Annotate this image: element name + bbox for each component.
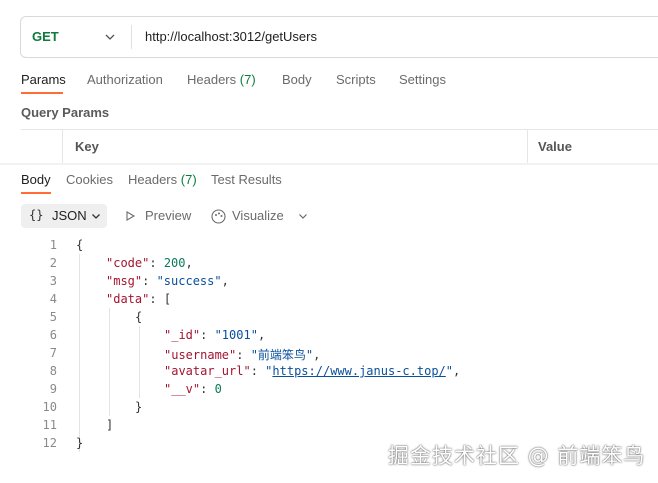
query-params-title: Query Params bbox=[21, 105, 110, 120]
json-key: "__v" bbox=[164, 382, 201, 396]
json-key: "avatar_url" bbox=[164, 364, 251, 378]
tab-scripts[interactable]: Scripts bbox=[336, 72, 376, 87]
json-value: "success" bbox=[156, 274, 222, 288]
response-tab-headers-count: (7) bbox=[180, 172, 197, 187]
response-tab-headers[interactable]: Headers (7) bbox=[128, 172, 197, 187]
column-header-key: Key bbox=[75, 139, 99, 154]
pane-divider[interactable] bbox=[0, 163, 658, 165]
code-line: "data": [ bbox=[106, 292, 172, 306]
code-line: "username": "前端笨鸟", bbox=[164, 348, 321, 362]
line-number: 5 bbox=[49, 310, 57, 324]
line-number: 1 bbox=[49, 238, 57, 252]
play-icon bbox=[126, 211, 136, 221]
request-bar: GET http://localhost:3012/getUsers bbox=[20, 16, 658, 58]
json-key: "code" bbox=[106, 256, 150, 270]
active-tab-indicator bbox=[21, 92, 63, 94]
line-number: 9 bbox=[49, 382, 57, 396]
visualize-icon bbox=[211, 209, 226, 224]
braces-icon: {} bbox=[29, 208, 44, 222]
line-number: 10 bbox=[42, 400, 57, 414]
json-key: "msg" bbox=[106, 274, 143, 288]
column-separator bbox=[527, 130, 528, 163]
code-line: } bbox=[135, 400, 142, 414]
line-number: 12 bbox=[42, 436, 57, 450]
response-body-viewer[interactable]: 1 2 3 4 5 6 7 8 9 10 11 12 { "code": 200… bbox=[0, 236, 658, 456]
tab-body[interactable]: Body bbox=[282, 72, 312, 87]
indent-guide bbox=[79, 254, 80, 452]
punct: ] bbox=[106, 418, 114, 432]
response-tab-headers-label: Headers bbox=[128, 172, 178, 187]
punct: { bbox=[76, 238, 84, 252]
line-number: 3 bbox=[49, 274, 57, 288]
line-number: 8 bbox=[49, 364, 57, 378]
code-line: { bbox=[76, 238, 83, 252]
tab-headers-label: Headers bbox=[187, 72, 237, 87]
tab-headers[interactable]: Headers (7) bbox=[187, 72, 256, 87]
indent-guide bbox=[109, 308, 110, 416]
preview-label: Preview bbox=[145, 208, 192, 223]
code-line: "msg": "success", bbox=[106, 274, 229, 288]
query-params-table: Key Value bbox=[21, 129, 658, 164]
line-number: 11 bbox=[42, 418, 57, 432]
format-select[interactable]: {} JSON bbox=[21, 204, 107, 228]
json-value: 200 bbox=[163, 256, 186, 270]
code-line: { bbox=[135, 310, 142, 324]
indent-guide bbox=[139, 326, 140, 398]
url-input[interactable]: http://localhost:3012/getUsers bbox=[145, 29, 317, 44]
response-tab-body[interactable]: Body bbox=[21, 172, 51, 187]
json-key: "data" bbox=[106, 292, 150, 306]
json-value: "1001" bbox=[214, 328, 258, 342]
tab-headers-count: (7) bbox=[239, 72, 256, 87]
line-number: 6 bbox=[49, 328, 57, 342]
code-line: "_id": "1001", bbox=[164, 328, 266, 342]
line-number: 2 bbox=[49, 256, 57, 270]
tab-params[interactable]: Params bbox=[21, 72, 66, 87]
punct: } bbox=[135, 400, 143, 414]
chevron-down-icon[interactable] bbox=[297, 210, 309, 222]
line-number: 4 bbox=[49, 292, 57, 306]
visualize-label: Visualize bbox=[232, 208, 284, 223]
column-header-value: Value bbox=[538, 139, 572, 154]
code-line: ] bbox=[106, 418, 113, 432]
json-value: "前端笨鸟" bbox=[250, 348, 314, 362]
punct: } bbox=[76, 436, 84, 450]
chevron-down-icon[interactable] bbox=[103, 30, 117, 44]
response-tab-test-results[interactable]: Test Results bbox=[211, 172, 282, 187]
code-line: "code": 200, bbox=[106, 256, 193, 270]
line-number: 7 bbox=[49, 346, 57, 360]
divider bbox=[131, 25, 132, 49]
punct: [ bbox=[163, 292, 172, 306]
watermark: 掘金技术社区 @ 前端笨鸟 bbox=[388, 444, 646, 468]
response-tab-cookies[interactable]: Cookies bbox=[66, 172, 113, 187]
code-line: "__v": 0 bbox=[164, 382, 222, 396]
column-separator bbox=[62, 130, 63, 163]
json-value: 0 bbox=[214, 382, 222, 396]
code-line: } bbox=[76, 436, 83, 450]
format-label: JSON bbox=[52, 208, 87, 223]
json-key: "username" bbox=[164, 348, 237, 362]
punct: { bbox=[135, 310, 143, 324]
chevron-down-icon bbox=[92, 214, 100, 219]
tab-authorization[interactable]: Authorization bbox=[87, 72, 163, 87]
code-line: "avatar_url": "https://www.janus-c.top/"… bbox=[164, 364, 461, 378]
tab-settings[interactable]: Settings bbox=[399, 72, 446, 87]
method-select[interactable]: GET bbox=[32, 29, 59, 44]
json-key: "_id" bbox=[164, 328, 201, 342]
avatar-url-link[interactable]: https://www.janus-c.top/ bbox=[272, 364, 445, 378]
quote: " bbox=[445, 364, 454, 378]
active-response-tab-indicator bbox=[21, 192, 51, 194]
